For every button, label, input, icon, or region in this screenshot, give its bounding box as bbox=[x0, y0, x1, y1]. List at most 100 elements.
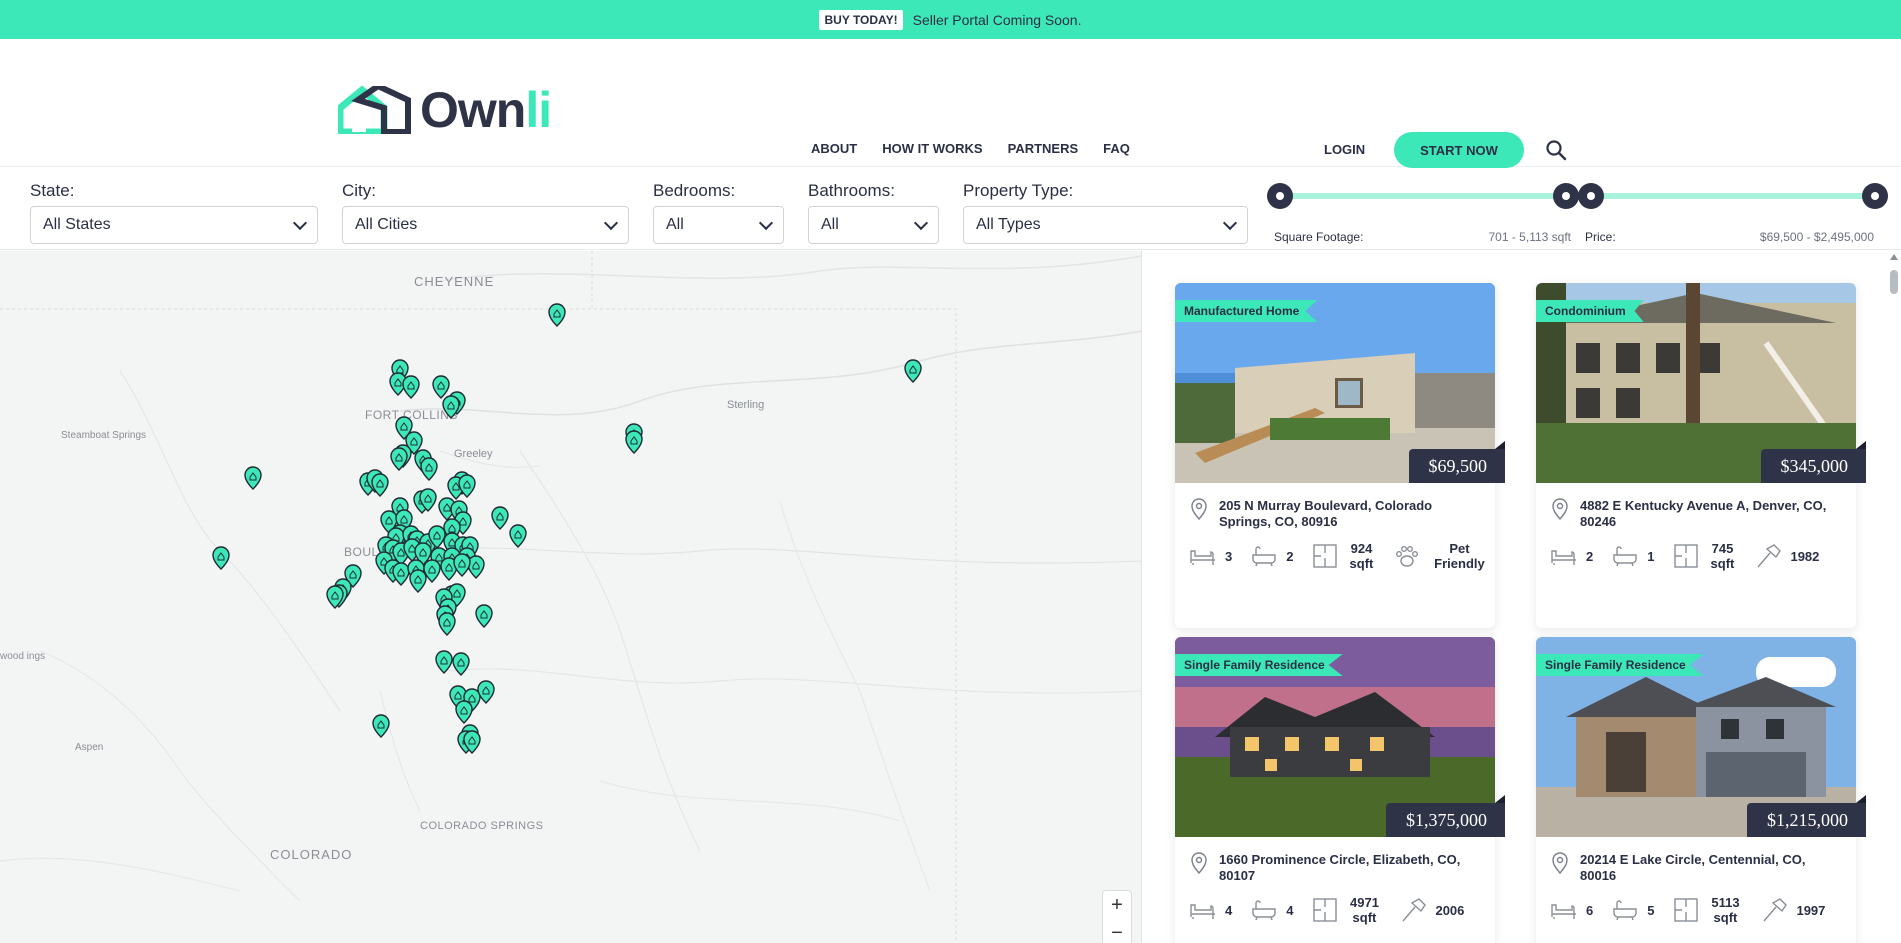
extra-value: Pet Friendly bbox=[1434, 541, 1485, 571]
nav-how-it-works[interactable]: HOW IT WORKS bbox=[882, 141, 982, 156]
price-max-handle[interactable] bbox=[1862, 183, 1888, 209]
login-link[interactable]: LOGIN bbox=[1324, 142, 1365, 157]
map[interactable]: CHEYENNE FORT COLLINS Greeley Sterling S… bbox=[0, 251, 1142, 943]
nav-about[interactable]: ABOUT bbox=[811, 141, 857, 156]
search-icon[interactable] bbox=[1545, 139, 1567, 161]
property-marker-icon[interactable] bbox=[244, 466, 262, 490]
extra-feature: 2006 bbox=[1399, 897, 1464, 923]
listing-features: 6 5 5113 sqft 1997 bbox=[1550, 895, 1850, 925]
announcement-tag[interactable]: BUY TODAY! bbox=[819, 9, 903, 30]
listing-address[interactable]: 4882 E Kentucky Avenue A, Denver, CO, 80… bbox=[1550, 498, 1840, 530]
sqft-track[interactable] bbox=[1279, 193, 1565, 199]
property-marker-icon[interactable] bbox=[475, 604, 493, 628]
property-marker-icon[interactable] bbox=[625, 430, 643, 454]
map-label-sterling: Sterling bbox=[727, 399, 764, 411]
listings-scrollbar[interactable] bbox=[1890, 254, 1898, 940]
listing-card[interactable]: Manufactured Home $69,500 205 N Murray B… bbox=[1175, 283, 1505, 628]
listing-card[interactable]: Single Family Residence $1,215,000 20214… bbox=[1536, 637, 1866, 943]
listing-address[interactable]: 20214 E Lake Circle, Centennial, CO, 800… bbox=[1550, 852, 1840, 884]
listing-features: 2 1 745 sqft 1982 bbox=[1550, 541, 1850, 571]
chevron-down-icon bbox=[913, 215, 929, 231]
property-marker-icon[interactable] bbox=[467, 555, 485, 579]
city-label: City: bbox=[342, 181, 376, 200]
property-marker-icon[interactable] bbox=[372, 714, 390, 738]
baths-feature: 1 bbox=[1611, 543, 1654, 569]
extra-feature: Pet Friendly bbox=[1393, 541, 1489, 571]
listing-card[interactable]: Single Family Residence $1,375,000 1660 … bbox=[1175, 637, 1505, 943]
bathrooms-select[interactable]: All bbox=[808, 206, 939, 244]
property-marker-icon[interactable] bbox=[452, 652, 470, 676]
beds-value: 6 bbox=[1586, 902, 1594, 918]
property-marker-icon[interactable] bbox=[438, 612, 456, 636]
property-marker-icon[interactable] bbox=[477, 680, 495, 704]
property-marker-icon[interactable] bbox=[904, 359, 922, 383]
extra-value: 1982 bbox=[1790, 548, 1820, 564]
baths-value: 1 bbox=[1647, 548, 1655, 564]
nav-faq[interactable]: FAQ bbox=[1103, 141, 1130, 156]
price-slider: Price: $69,500 - $2,495,000 bbox=[1578, 183, 1888, 253]
sqft-label: Square Footage: bbox=[1274, 230, 1364, 244]
city-select[interactable]: All Cities bbox=[342, 206, 629, 244]
announcement-bar: BUY TODAY! Seller Portal Coming Soon. bbox=[0, 0, 1901, 39]
listings-panel: Manufactured Home $69,500 205 N Murray B… bbox=[1143, 251, 1901, 943]
bathtub-icon bbox=[1613, 546, 1637, 567]
listing-card[interactable]: Condominium $345,000 4882 E Kentucky Ave… bbox=[1536, 283, 1866, 628]
address-text: 4882 E Kentucky Avenue A, Denver, CO, 80… bbox=[1580, 498, 1827, 529]
city-value: All Cities bbox=[355, 216, 418, 233]
paw-icon bbox=[1396, 546, 1419, 567]
property-type-badge: Single Family Residence bbox=[1536, 654, 1704, 676]
listing-address[interactable]: 205 N Murray Boulevard, Colorado Springs… bbox=[1189, 498, 1479, 530]
sqft-min-handle[interactable] bbox=[1267, 183, 1293, 209]
announcement-text: Seller Portal Coming Soon. bbox=[912, 11, 1082, 28]
state-select[interactable]: All States bbox=[30, 206, 318, 244]
listing-features: 3 2 924 sqft Pet Friendly bbox=[1189, 541, 1489, 571]
bathtub-icon bbox=[1252, 900, 1276, 921]
bedrooms-select[interactable]: All bbox=[653, 206, 784, 244]
property-type-select[interactable]: All Types bbox=[963, 206, 1248, 244]
property-marker-icon[interactable] bbox=[402, 375, 420, 399]
property-marker-icon[interactable] bbox=[420, 457, 438, 481]
state-value: All States bbox=[43, 216, 111, 233]
property-marker-icon[interactable] bbox=[432, 375, 450, 399]
scroll-up-arrow-icon[interactable] bbox=[1890, 254, 1898, 260]
property-marker-icon[interactable] bbox=[371, 473, 389, 497]
logo[interactable]: Ownli bbox=[338, 85, 552, 135]
price-track[interactable] bbox=[1590, 193, 1876, 199]
price-min-handle[interactable] bbox=[1578, 183, 1604, 209]
listing-address[interactable]: 1660 Prominence Circle, Elizabeth, CO, 8… bbox=[1189, 852, 1479, 884]
location-pin-icon bbox=[1191, 852, 1207, 874]
beds-feature: 4 bbox=[1189, 897, 1232, 923]
property-marker-icon[interactable] bbox=[390, 447, 408, 471]
property-marker-icon[interactable] bbox=[509, 524, 527, 548]
hammer-icon bbox=[1402, 898, 1427, 922]
property-type-badge: Single Family Residence bbox=[1175, 654, 1343, 676]
floorplan-icon bbox=[1313, 898, 1338, 922]
zoom-in-button[interactable]: + bbox=[1103, 891, 1131, 919]
sqft-value: 5113 sqft bbox=[1711, 895, 1740, 925]
bedrooms-filter: Bedrooms: All bbox=[653, 181, 784, 244]
location-pin-icon bbox=[1191, 498, 1207, 520]
property-marker-icon[interactable] bbox=[455, 700, 473, 724]
property-marker-icon[interactable] bbox=[491, 506, 509, 530]
extra-value: 2006 bbox=[1435, 902, 1465, 918]
bed-icon bbox=[1551, 550, 1576, 565]
beds-value: 4 bbox=[1225, 902, 1233, 918]
property-type-label: Property Type: bbox=[963, 181, 1074, 200]
state-filter: State: All States bbox=[30, 181, 318, 244]
property-marker-icon[interactable] bbox=[435, 650, 453, 674]
extra-feature: 1982 bbox=[1754, 543, 1819, 569]
property-marker-icon[interactable] bbox=[409, 569, 427, 593]
listing-price: $345,000 bbox=[1760, 441, 1866, 483]
baths-value: 2 bbox=[1286, 548, 1294, 564]
property-marker-icon[interactable] bbox=[548, 303, 566, 327]
property-marker-icon[interactable] bbox=[212, 546, 230, 570]
scrollbar-thumb[interactable] bbox=[1890, 270, 1898, 294]
baths-value: 4 bbox=[1286, 902, 1294, 918]
nav-partners[interactable]: PARTNERS bbox=[1008, 141, 1079, 156]
property-marker-icon[interactable] bbox=[392, 562, 410, 586]
start-now-button[interactable]: START NOW bbox=[1394, 132, 1524, 168]
sqft-max-handle[interactable] bbox=[1553, 183, 1579, 209]
zoom-out-button[interactable]: − bbox=[1103, 919, 1131, 943]
baths-feature: 2 bbox=[1250, 543, 1293, 569]
property-marker-icon[interactable] bbox=[453, 553, 471, 577]
